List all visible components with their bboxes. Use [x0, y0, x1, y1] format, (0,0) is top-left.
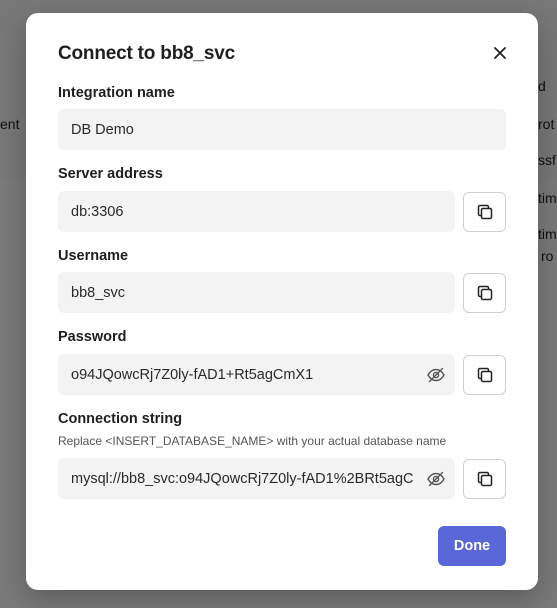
- connection-string-value: mysql://bb8_svc:o94JQowcRj7Z0ly-fAD1%2BR…: [71, 470, 413, 487]
- eye-off-icon[interactable]: [426, 365, 446, 385]
- close-icon: [494, 47, 506, 59]
- copy-username-button[interactable]: [463, 273, 506, 313]
- username-value: bb8_svc: [71, 284, 126, 301]
- server-address-field[interactable]: db:3306: [58, 191, 455, 232]
- server-address-label: Server address: [58, 166, 163, 182]
- copy-icon: [477, 204, 492, 220]
- password-value: o94JQowcRj7Z0ly-fAD1+Rt5agCmX1: [71, 366, 314, 383]
- copy-password-button[interactable]: [463, 355, 506, 395]
- done-button[interactable]: Done: [438, 526, 506, 566]
- server-address-value: db:3306: [71, 203, 124, 220]
- connection-string-helper: Replace <INSERT_DATABASE_NAME> with your…: [58, 434, 447, 448]
- username-field[interactable]: bb8_svc: [58, 272, 455, 313]
- dialog-title: Connect to bb8_svc: [58, 43, 235, 64]
- integration-name-label: Integration name: [58, 85, 175, 101]
- connection-string-field[interactable]: mysql://bb8_svc:o94JQowcRj7Z0ly-fAD1%2BR…: [58, 458, 455, 499]
- password-label: Password: [58, 329, 127, 345]
- eye-off-icon[interactable]: [426, 469, 446, 489]
- copy-connection-string-button[interactable]: [463, 459, 506, 499]
- integration-name-value: DB Demo: [71, 121, 134, 138]
- close-button[interactable]: [490, 43, 510, 63]
- copy-server-address-button[interactable]: [463, 192, 506, 232]
- password-field[interactable]: o94JQowcRj7Z0ly-fAD1+Rt5agCmX1: [58, 354, 455, 395]
- copy-icon: [477, 367, 492, 383]
- username-label: Username: [58, 248, 129, 264]
- integration-name-field[interactable]: DB Demo: [58, 109, 506, 150]
- copy-icon: [477, 285, 492, 301]
- copy-icon: [477, 471, 492, 487]
- connect-dialog: Connect to bb8_svc Integration name DB D…: [26, 13, 538, 590]
- connection-string-label: Connection string: [58, 411, 183, 427]
